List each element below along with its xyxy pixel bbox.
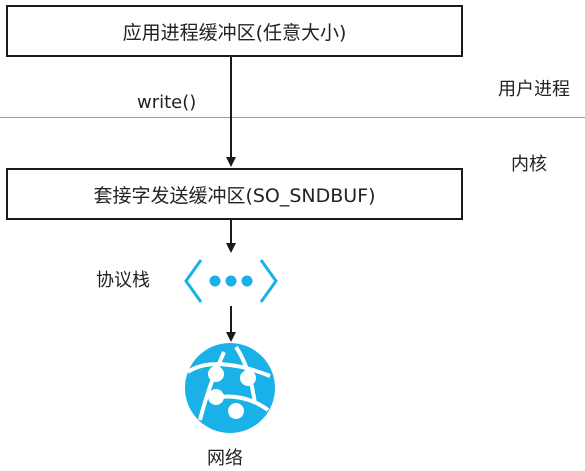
globe-network-icon: [185, 343, 275, 433]
diagram-overlay: [184, 57, 278, 433]
protocol-stack-icon: [184, 259, 278, 303]
